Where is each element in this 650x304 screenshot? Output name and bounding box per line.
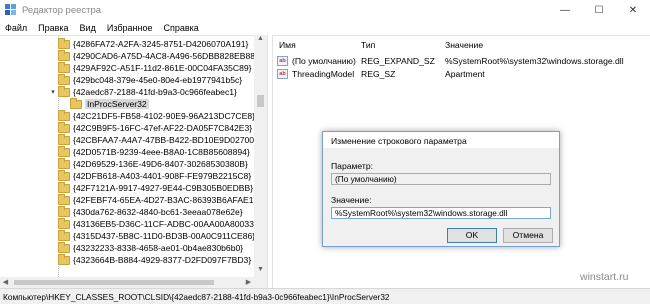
folder-icon	[58, 253, 70, 265]
scroll-left-icon[interactable]: ◀	[0, 277, 11, 288]
value-data: %SystemRoot%\system32\windows.storage.dl…	[445, 56, 624, 66]
minimize-button[interactable]: —	[548, 0, 582, 20]
folder-icon	[58, 157, 70, 169]
folder-icon	[58, 133, 70, 145]
folder-icon	[58, 109, 70, 121]
column-header-name[interactable]: Имя	[279, 40, 296, 50]
param-label: Параметр:	[331, 161, 374, 171]
tree-item[interactable]: {42C21DF5-FB58-4102-90E9-96A213DC7CE8}	[48, 109, 255, 122]
menu-help[interactable]: Справка	[163, 23, 198, 33]
column-header-value[interactable]: Значение	[445, 40, 483, 50]
string-value-icon: ab	[277, 69, 288, 79]
title-bar: Редактор реестра — ☐ ✕	[0, 0, 650, 20]
value-name: (По умолчанию)	[292, 56, 356, 66]
tree-item[interactable]: {42C9B9F5-16FC-47ef-AF22-DA05F7C842E3}	[48, 121, 252, 134]
folder-icon	[58, 121, 70, 133]
scroll-up-icon[interactable]: ▲	[254, 35, 267, 46]
value-type: REG_EXPAND_SZ	[361, 56, 435, 66]
folder-icon	[58, 145, 70, 157]
tree-item[interactable]: {42FEBF74-65EA-4D27-B3AC-86393B6AFAE1}	[48, 193, 256, 206]
folder-icon	[58, 37, 70, 49]
maximize-button[interactable]: ☐	[582, 0, 616, 20]
tree-item[interactable]: {43232233-8338-4658-ae01-0b4ae830b6b0}	[48, 241, 243, 254]
tree-item[interactable]: {43136EB5-D36C-11CF-ADBC-00AA00A80033}	[48, 217, 257, 230]
tree-vertical-scrollbar[interactable]: ▲ ▼	[254, 35, 267, 277]
folder-icon	[58, 181, 70, 193]
scroll-thumb[interactable]	[257, 95, 264, 107]
tree-item[interactable]: {4323664B-B884-4929-8377-D2FD097F7BD3}	[48, 253, 251, 266]
folder-icon	[58, 193, 70, 205]
tree-item[interactable]: {42D0571B-9239-4eee-B8A0-1C8B85608894}	[48, 145, 250, 158]
folder-open-icon	[58, 85, 70, 97]
tree-item-selected[interactable]: InProcServer32	[60, 97, 149, 110]
folder-icon	[58, 205, 70, 217]
tree-item-expanded[interactable]: ▾ {42aedc87-2188-41fd-b9a3-0c966feabec1}	[48, 85, 237, 98]
string-value-icon: ab	[277, 56, 288, 66]
tree-item[interactable]: {42DFB618-A403-4401-908F-FE979B2215C8}	[48, 169, 251, 182]
watermark: winstart.ru	[580, 271, 629, 283]
close-button[interactable]: ✕	[616, 0, 650, 20]
status-path: Компьютер\HKEY_CLASSES_ROOT\CLSID\{42aed…	[3, 291, 390, 302]
cancel-button[interactable]: Отмена	[503, 228, 553, 243]
list-item[interactable]: ab (По умолчанию) REG_EXPAND_SZ %SystemR…	[273, 55, 650, 67]
regedit-icon	[5, 4, 17, 16]
tree-item[interactable]: {42D69529-136E-49D6-8407-30268530380B}	[48, 157, 248, 170]
ok-button[interactable]: OK	[447, 228, 497, 243]
scroll-down-icon[interactable]: ▼	[254, 266, 267, 277]
value-type: REG_SZ	[361, 69, 396, 79]
tree-item[interactable]: {4290CAD6-A75D-4AC8-A496-56DBB828EB88}	[48, 49, 258, 62]
value-input[interactable]: %SystemRoot%\system32\windows.storage.dl…	[331, 207, 551, 219]
dialog-title-bar[interactable]: Изменение строкового параметра	[323, 132, 559, 148]
tree-horizontal-scrollbar[interactable]: ◀ ▶	[0, 277, 267, 288]
scroll-thumb[interactable]	[14, 280, 214, 285]
param-name-field: (По умолчанию)	[331, 173, 551, 185]
tree-item[interactable]: {4315D437-5B8C-11D0-BD3B-00A0C911CE86}	[48, 229, 255, 242]
tree-item[interactable]: {4286FA72-A2FA-3245-8751-D4206070A191}	[48, 37, 248, 50]
folder-icon	[58, 49, 70, 61]
folder-icon	[58, 229, 70, 241]
folder-icon	[58, 169, 70, 181]
folder-icon	[58, 217, 70, 229]
menu-file[interactable]: Файл	[5, 23, 27, 33]
status-bar: Компьютер\HKEY_CLASSES_ROOT\CLSID\{42aed…	[0, 288, 650, 304]
chevron-down-icon[interactable]: ▾	[48, 88, 58, 96]
tree-item[interactable]: {430da762-8632-4840-bc61-3eeaa078e62e}	[48, 205, 243, 218]
registry-tree[interactable]: {4286FA72-A2FA-3245-8751-D4206070A191} {…	[0, 35, 267, 288]
list-item[interactable]: ab ThreadingModel REG_SZ Apartment	[273, 68, 650, 80]
tree-item[interactable]: {429AF92C-A51F-11d2-861E-00C04FA35C89}	[48, 61, 252, 74]
tree-item[interactable]: {42F7121A-9917-4927-9E44-C9B305B0EDBB}	[48, 181, 253, 194]
folder-icon	[58, 61, 70, 73]
menu-view[interactable]: Вид	[80, 23, 96, 33]
scroll-right-icon[interactable]: ▶	[243, 277, 254, 288]
window-title: Редактор реестра	[22, 4, 102, 16]
tree-item[interactable]: {42CBFAA7-A4A7-47BB-B422-BD10E9D02700}	[48, 133, 257, 146]
value-data: Apartment	[445, 69, 485, 79]
tree-item[interactable]: {429bc048-379e-45e0-80e4-eb1977941b5c}	[48, 73, 242, 86]
folder-icon	[58, 241, 70, 253]
value-label: Значение:	[331, 195, 372, 205]
menu-bar: Файл Правка Вид Избранное Справка	[0, 20, 650, 35]
menu-edit[interactable]: Правка	[38, 23, 68, 33]
value-name: ThreadingModel	[292, 69, 355, 79]
list-header: Имя Тип Значение	[273, 36, 650, 53]
dialog-title: Изменение строкового параметра	[331, 136, 467, 146]
folder-icon	[70, 97, 82, 109]
edit-string-dialog: Изменение строкового параметра Параметр:…	[322, 131, 560, 247]
menu-favorites[interactable]: Избранное	[107, 23, 153, 33]
folder-icon	[58, 73, 70, 85]
column-header-type[interactable]: Тип	[361, 40, 375, 50]
